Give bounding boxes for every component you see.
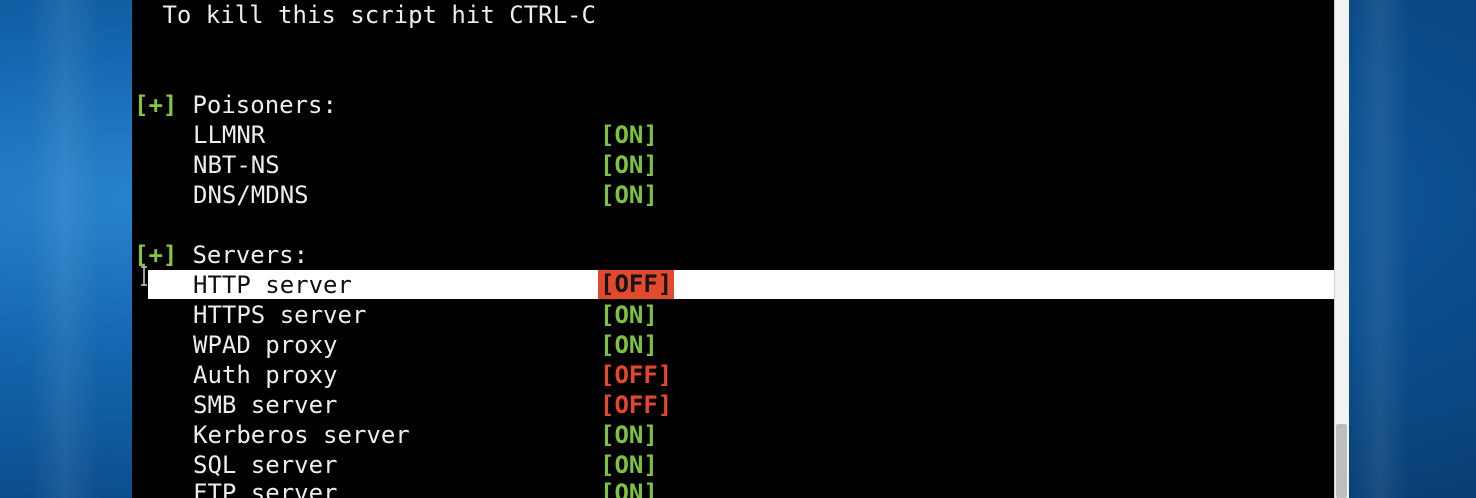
status-on: [ON] <box>600 301 658 329</box>
item-name: Auth proxy <box>193 361 338 389</box>
item-name: DNS/MDNS <box>193 181 309 209</box>
status-on: [ON] <box>600 479 658 498</box>
scrollbar-thumb[interactable] <box>1336 424 1347 498</box>
status-on: [ON] <box>600 121 658 149</box>
status-on: [ON] <box>600 151 658 179</box>
item-name: SMB server <box>193 391 338 419</box>
item-name: FTP server <box>193 479 338 498</box>
item-name: NBT-NS <box>193 151 280 179</box>
text-cursor-icon <box>141 266 147 286</box>
section-title-poisoners: Poisoners: <box>178 91 337 119</box>
desktop-decoration <box>30 0 100 498</box>
status-off-selected: [OFF] <box>598 270 675 299</box>
desktop-decoration <box>1350 0 1410 498</box>
section-bracket: [+] <box>134 91 178 119</box>
item-name: LLMNR <box>193 121 266 149</box>
item-name: WPAD proxy <box>193 331 338 359</box>
status-on: [ON] <box>600 181 658 209</box>
status-off: [OFF] <box>600 391 673 419</box>
status-on: [ON] <box>600 451 658 479</box>
status-off: [OFF] <box>600 361 673 389</box>
item-name: HTTPS server <box>193 301 367 329</box>
item-name: Kerberos server <box>193 421 410 449</box>
section-title-servers: Servers: <box>178 241 309 269</box>
status-on: [ON] <box>600 421 658 449</box>
item-name: SQL server <box>193 451 338 479</box>
item-name-selected: HTTP server <box>193 271 352 299</box>
kill-script-hint: To kill this script hit CTRL-C <box>148 1 596 29</box>
status-on: [ON] <box>600 331 658 359</box>
